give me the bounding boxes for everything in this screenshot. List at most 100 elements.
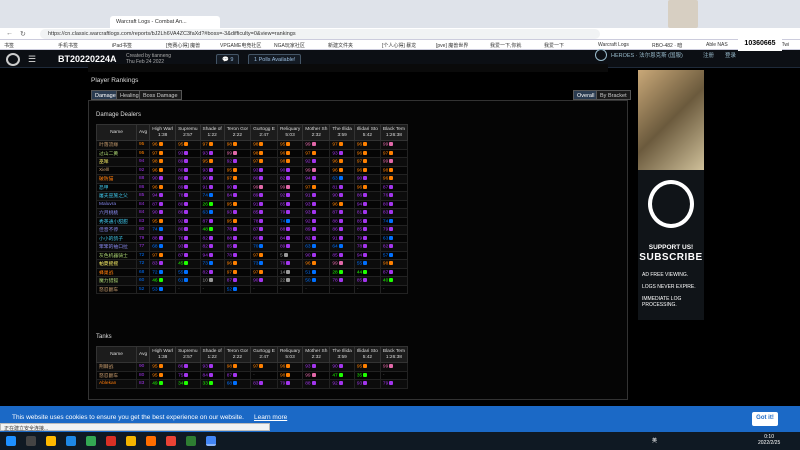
boss-parse-cell[interactable]: 80 (379, 199, 408, 209)
table-row[interactable]: Maluvra 84 87 80 26 95 91 85 93 96 94 80 (96, 199, 408, 209)
table-row[interactable]: 怒忍翻车 52 53- -52- - - - - - (96, 284, 408, 294)
boss-parse-cell[interactable]: 72 (149, 267, 177, 277)
boss-parse-cell[interactable]: 73 (199, 259, 225, 269)
tab-overall[interactable]: Overall (573, 90, 599, 100)
app-icon[interactable] (166, 436, 176, 446)
boss-parse-cell[interactable]: 92 (329, 379, 355, 389)
boss-parse-cell[interactable]: 89 (175, 157, 201, 167)
boss-parse-cell[interactable]: 87 (379, 182, 408, 192)
column-header[interactable]: Shade of 1:22 (199, 124, 225, 141)
boss-parse-cell[interactable]: 90 (199, 174, 225, 184)
table-row[interactable]: 破防猫 88 90 80 90 97 80 82 94 63 90 96 (96, 174, 408, 184)
boss-parse-cell[interactable]: 87 (199, 216, 225, 226)
player-name[interactable]: 小小的鸽子 (96, 233, 137, 243)
table-row[interactable]: 荆棘战 90 95 86 93 98 97 96 93 90 95 99 (96, 362, 408, 372)
boss-parse-cell[interactable]: 97 (353, 157, 381, 167)
boss-parse-cell[interactable]: 91 (250, 199, 278, 209)
boss-parse-cell[interactable]: 78 (353, 242, 381, 252)
login-link[interactable]: 登录 (725, 51, 736, 59)
boss-parse-cell[interactable]: 52 (223, 284, 252, 294)
boss-parse-cell[interactable]: 14 (276, 267, 304, 277)
bookmark-item[interactable]: 手机书签 (58, 42, 78, 49)
boss-parse-cell[interactable]: 90 (329, 362, 355, 372)
url-input[interactable]: https://cn.classic.warcraftlogs.com/repo… (40, 29, 600, 39)
boss-parse-cell[interactable]: 99 (379, 157, 408, 167)
boss-parse-cell[interactable]: 85 (353, 276, 381, 286)
boss-parse-cell[interactable]: 97 (223, 174, 252, 184)
boss-parse-cell[interactable]: 74 (199, 191, 225, 201)
ime-indicator[interactable]: 英 (652, 437, 657, 444)
table-row[interactable]: 过山二黄 95 97 93 93 99 98 96 97 93 96 97 (96, 148, 408, 158)
boss-parse-cell[interactable]: 90 (223, 182, 252, 192)
boss-parse-cell[interactable]: 74 (149, 225, 177, 235)
boss-parse-cell[interactable]: 99 (223, 148, 252, 158)
column-header[interactable]: Gurtogg E 2:47 (250, 124, 278, 141)
table-row[interactable]: 屠夫巫施之父 85 94 78 74 84 89 92 91 90 86 76 (96, 191, 408, 201)
boss-parse-cell[interactable]: 98 (149, 157, 177, 167)
boss-parse-cell[interactable]: 95 (199, 157, 225, 167)
boss-parse-cell[interactable]: 97 (223, 267, 252, 277)
boss-parse-cell[interactable]: 85 (276, 199, 304, 209)
boss-parse-cell[interactable]: 95 (175, 140, 201, 150)
boss-parse-cell[interactable]: 78 (250, 216, 278, 226)
column-header[interactable]: Reliquary 5:03 (276, 124, 304, 141)
player-name[interactable]: 秀英通小甜甜 (96, 216, 137, 226)
boss-parse-cell[interactable]: 96 (329, 165, 355, 175)
column-header[interactable]: High Warl 1:38 (149, 124, 177, 141)
boss-parse-cell[interactable]: 93 (199, 165, 225, 175)
boss-parse-cell[interactable]: 96 (302, 259, 331, 269)
player-name[interactable]: 怒忍翻车 (96, 370, 137, 380)
column-header[interactable]: Avg (135, 346, 151, 363)
boss-parse-cell[interactable]: 63 (379, 233, 408, 243)
boss-parse-cell[interactable]: 89 (302, 225, 331, 235)
search-icon[interactable] (26, 436, 36, 446)
boss-parse-cell[interactable]: 98 (379, 165, 408, 175)
column-header[interactable]: Mother Sh 2:32 (302, 346, 331, 363)
column-header[interactable]: Gurtogg E 2:47 (250, 346, 278, 363)
boss-parse-cell[interactable]: 94 (149, 191, 177, 201)
column-header[interactable]: The Illida 3:59 (329, 346, 355, 363)
table-row[interactable]: 灰色机器骑士 72 97 87 94 78 97 5 90 85 94 57 (96, 250, 408, 260)
boss-parse-cell[interactable]: 73 (250, 259, 278, 269)
boss-parse-cell[interactable]: 87 (250, 225, 278, 235)
boss-parse-cell[interactable]: 97 (149, 250, 177, 260)
player-name[interactable]: 叶落流缘 (96, 140, 137, 150)
boss-parse-cell[interactable]: 28 (329, 267, 355, 277)
boss-parse-cell[interactable]: 45 (175, 259, 201, 269)
table-row[interactable]: 笨笨的袖口拉 77 68 93 82 85 70 89 63 64 78 82 (96, 242, 408, 252)
boss-parse-cell[interactable]: 80 (250, 174, 278, 184)
boss-parse-cell[interactable]: 80 (250, 233, 278, 243)
player-name[interactable]: 恐甲 (96, 182, 137, 192)
column-header[interactable]: Teron Gor 2:22 (223, 124, 252, 141)
boss-parse-cell[interactable]: 92 (302, 216, 331, 226)
player-name[interactable]: 佳音不停 (96, 225, 137, 235)
bookmark-item[interactable]: 我爱一下 (544, 42, 564, 49)
boss-parse-cell[interactable]: 90 (302, 250, 331, 260)
player-name[interactable]: 魔力猎狐 (96, 276, 137, 286)
player-name[interactable]: Xielll (96, 165, 137, 175)
column-header[interactable]: Mother Sh 2:32 (302, 124, 331, 141)
boss-parse-cell[interactable]: 82 (302, 233, 331, 243)
bookmark-item[interactable]: 新建文件夹 (328, 42, 353, 49)
boss-parse-cell[interactable]: 94 (353, 199, 381, 209)
boss-parse-cell[interactable]: 90 (250, 276, 278, 286)
boss-parse-cell[interactable]: 78 (223, 225, 252, 235)
bookmark-item[interactable]: [个人心得] 暴龙 (382, 42, 416, 49)
boss-parse-cell[interactable]: 86 (175, 208, 201, 218)
warcraftlogs-logo-icon[interactable] (6, 53, 20, 66)
boss-parse-cell[interactable]: 46 (149, 276, 177, 286)
boss-parse-cell[interactable]: 80 (175, 225, 201, 235)
boss-parse-cell[interactable]: 82 (199, 242, 225, 252)
boss-parse-cell[interactable]: 95 (149, 216, 177, 226)
boss-parse-cell[interactable]: 10 (199, 276, 225, 286)
column-header[interactable]: The Illida 3:59 (329, 124, 355, 141)
column-header[interactable]: Reliquary 5:03 (276, 346, 304, 363)
boss-parse-cell[interactable]: 97 (250, 157, 278, 167)
player-name[interactable]: 荆棘战 (96, 362, 137, 372)
boss-parse-cell[interactable]: 87 (223, 370, 252, 380)
boss-parse-cell[interactable]: 88 (302, 379, 331, 389)
boss-parse-cell[interactable]: 89 (250, 191, 278, 201)
boss-parse-cell[interactable]: 98 (223, 140, 252, 150)
boss-parse-cell[interactable]: 98 (250, 140, 278, 150)
boss-parse-cell[interactable]: 87 (175, 250, 201, 260)
